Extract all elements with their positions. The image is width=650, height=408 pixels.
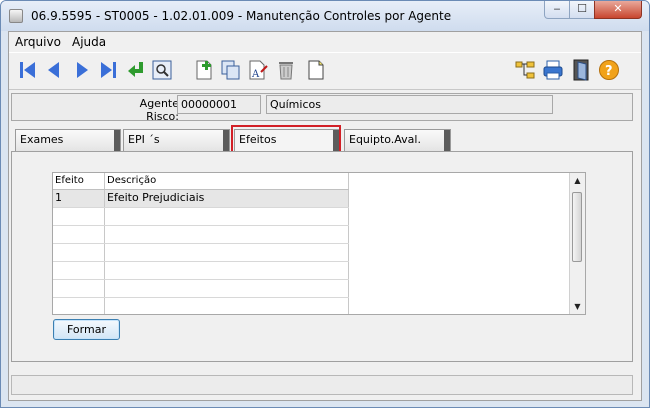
empty-cell bbox=[53, 280, 105, 297]
tab-exames[interactable]: Exames bbox=[15, 129, 121, 151]
tab-label: EPI ´s bbox=[128, 133, 160, 146]
search-icon[interactable] bbox=[151, 58, 173, 82]
formar-button[interactable]: Formar bbox=[53, 319, 120, 340]
tab-edge bbox=[114, 130, 120, 151]
previous-record-icon[interactable] bbox=[43, 58, 65, 82]
goto-icon[interactable] bbox=[125, 58, 147, 82]
print-icon[interactable] bbox=[542, 58, 564, 82]
agente-risco-label: Agente Risco: bbox=[139, 97, 179, 123]
first-record-icon[interactable] bbox=[17, 58, 39, 82]
tree-structure-icon[interactable] bbox=[514, 58, 536, 82]
scrollbar-thumb[interactable] bbox=[572, 192, 582, 262]
minimize-button[interactable]: ‒ bbox=[544, 1, 570, 19]
svg-text:?: ? bbox=[605, 64, 613, 79]
empty-cell bbox=[105, 298, 349, 314]
edit-text-icon[interactable]: A bbox=[247, 58, 269, 82]
empty-row[interactable] bbox=[53, 262, 349, 280]
empty-row[interactable] bbox=[53, 208, 349, 226]
agente-code-field[interactable]: 00000001 bbox=[177, 95, 261, 114]
empty-cell bbox=[105, 280, 349, 297]
menu-ajuda[interactable]: Ajuda bbox=[72, 35, 106, 49]
column-header-efeito[interactable]: Efeito bbox=[53, 173, 105, 189]
grid-vertical-scrollbar[interactable]: ▲ ▼ bbox=[569, 173, 585, 314]
menu-bar: Arquivo Ajuda bbox=[9, 32, 641, 51]
cell-efeito: 1 bbox=[53, 190, 105, 207]
empty-row[interactable] bbox=[53, 226, 349, 244]
grid-header: Efeito Descrição bbox=[53, 173, 349, 190]
column-header-descricao[interactable]: Descrição bbox=[105, 173, 349, 189]
app-icon bbox=[9, 9, 23, 23]
scroll-up-arrow-icon[interactable]: ▲ bbox=[570, 173, 585, 188]
empty-cell bbox=[105, 244, 349, 261]
empty-cell bbox=[53, 244, 105, 261]
title-bar[interactable]: 06.9.5595 - ST0005 - 1.02.01.009 - Manut… bbox=[1, 1, 649, 31]
maximize-button[interactable]: ☐ bbox=[569, 1, 595, 19]
status-bar bbox=[11, 375, 633, 395]
svg-text:A: A bbox=[251, 69, 260, 80]
add-record-icon[interactable] bbox=[193, 58, 215, 82]
tab-equipto-aval[interactable]: Equipto.Aval. bbox=[344, 129, 451, 151]
scroll-down-arrow-icon[interactable]: ▼ bbox=[570, 299, 585, 314]
window-client-area: Arquivo Ajuda A ? Agente Risco: 00000001… bbox=[8, 31, 642, 401]
tab-epis[interactable]: EPI ´s bbox=[123, 129, 230, 151]
help-icon[interactable]: ? bbox=[598, 58, 620, 82]
last-record-icon[interactable] bbox=[97, 58, 119, 82]
copy-record-icon[interactable] bbox=[219, 58, 241, 82]
empty-row[interactable] bbox=[53, 244, 349, 262]
toolbar: A ? bbox=[9, 52, 641, 90]
empty-cell bbox=[53, 208, 105, 225]
empty-row[interactable] bbox=[53, 280, 349, 298]
empty-cell bbox=[105, 226, 349, 243]
empty-cell bbox=[105, 208, 349, 225]
exit-door-icon[interactable] bbox=[570, 58, 592, 82]
menu-arquivo[interactable]: Arquivo bbox=[15, 35, 61, 49]
cell-descricao: Efeito Prejudiciais bbox=[105, 190, 349, 207]
tab-edge bbox=[444, 130, 450, 151]
agente-description-field[interactable]: Químicos bbox=[266, 95, 553, 114]
tab-edge bbox=[223, 130, 229, 151]
tab-label: Equipto.Aval. bbox=[349, 133, 421, 146]
tab-label: Exames bbox=[20, 133, 64, 146]
new-document-icon[interactable] bbox=[305, 58, 327, 82]
next-record-icon[interactable] bbox=[71, 58, 93, 82]
application-window: 06.9.5595 - ST0005 - 1.02.01.009 - Manut… bbox=[0, 0, 650, 408]
delete-icon[interactable] bbox=[275, 58, 297, 82]
empty-cell bbox=[53, 262, 105, 279]
window-title: 06.9.5595 - ST0005 - 1.02.01.009 - Manut… bbox=[31, 9, 452, 23]
close-button[interactable]: ✕ bbox=[594, 1, 642, 19]
efeitos-grid[interactable]: Efeito Descrição 1 Efeito Prejudiciais ▲… bbox=[52, 172, 586, 315]
empty-cell bbox=[53, 226, 105, 243]
table-row[interactable]: 1 Efeito Prejudiciais bbox=[53, 190, 349, 208]
empty-row[interactable] bbox=[53, 298, 349, 314]
empty-cell bbox=[105, 262, 349, 279]
empty-cell bbox=[53, 298, 105, 314]
